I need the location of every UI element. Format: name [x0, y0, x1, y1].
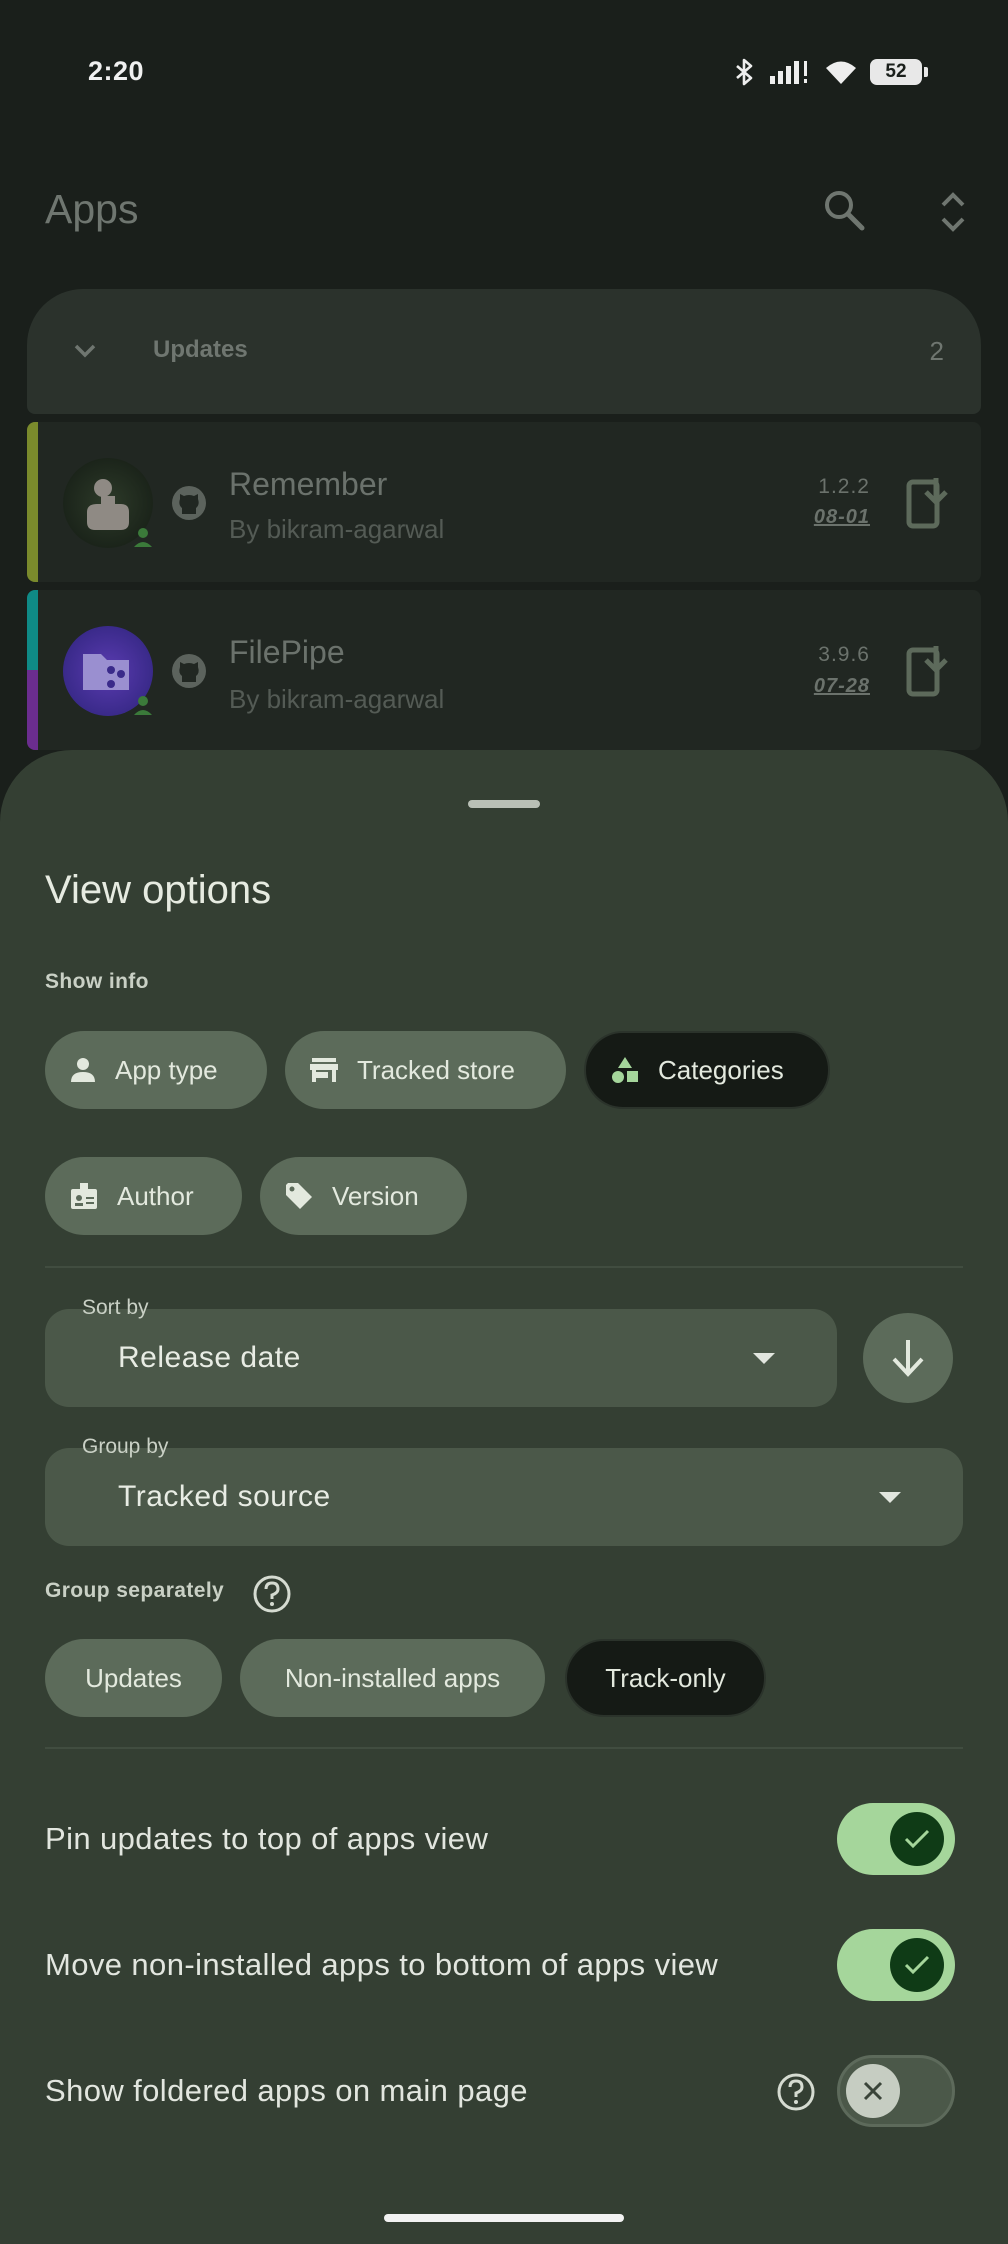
toggle-label-foldered-apps: Show foldered apps on main page [45, 2073, 528, 2108]
chip-group-track-only[interactable]: Track-only [565, 1639, 766, 1717]
group-by-value: Tracked source [118, 1480, 331, 1513]
expand-collapse-icon[interactable] [938, 190, 968, 234]
app-author: By bikram-agarwal [229, 514, 445, 544]
close-icon [863, 2081, 883, 2101]
help-icon[interactable] [252, 1574, 292, 1614]
app-author: By bikram-agarwal [229, 684, 445, 714]
dropdown-arrow-icon [753, 1353, 775, 1364]
signal-icon [770, 61, 807, 84]
arrow-down-icon [892, 1340, 924, 1377]
switch-foldered-apps[interactable] [837, 2055, 955, 2127]
tag-icon [286, 1183, 312, 1209]
dropdown-arrow-icon [879, 1492, 901, 1503]
switch-non-installed-bottom[interactable] [837, 1929, 955, 2001]
app-release-date: 08-01 [813, 506, 870, 528]
group-separately-label: Group separately [45, 1579, 225, 1602]
chip-label: Tracked store [357, 1054, 515, 1085]
wifi-icon [826, 61, 856, 84]
check-icon [904, 1829, 930, 1849]
status-icons: 52 [734, 58, 928, 86]
check-icon [904, 1955, 930, 1975]
switch-knob [846, 2064, 900, 2118]
category-color-bar-bottom [27, 670, 38, 750]
help-icon[interactable] [776, 2072, 816, 2112]
sort-direction-button[interactable] [863, 1313, 953, 1403]
category-shapes-icon [612, 1057, 638, 1083]
app-name: FilePipe [229, 634, 345, 670]
chip-author[interactable]: Author [45, 1157, 242, 1235]
person-icon [71, 1058, 95, 1082]
chip-label: Author [117, 1180, 194, 1211]
bluetooth-icon [736, 58, 753, 86]
page-title: Apps [45, 186, 139, 232]
sort-by-label: Sort by [82, 1296, 149, 1319]
toggle-label-non-installed-bottom: Move non-installed apps to bottom of app… [45, 1947, 719, 1982]
chip-label: Updates [85, 1662, 182, 1693]
switch-knob [890, 1812, 944, 1866]
chip-version[interactable]: Version [260, 1157, 467, 1235]
app-release-date: 07-28 [813, 675, 870, 697]
sort-by-value: Release date [118, 1341, 301, 1374]
battery-indicator: 52 [870, 59, 928, 85]
github-icon [172, 486, 206, 520]
store-icon [310, 1058, 338, 1082]
badge-icon [71, 1183, 97, 1209]
switch-pin-updates[interactable] [837, 1803, 955, 1875]
category-color-bar-top [27, 590, 38, 670]
app-version: 1.2.2 [818, 475, 870, 498]
chip-label: App type [115, 1054, 218, 1085]
switch-knob [890, 1938, 944, 1992]
chip-group-updates[interactable]: Updates [45, 1639, 222, 1717]
install-update-icon[interactable] [906, 644, 950, 698]
chip-tracked-store[interactable]: Tracked store [285, 1031, 566, 1109]
group-by-label: Group by [82, 1435, 169, 1458]
chip-categories[interactable]: Categories [584, 1031, 830, 1109]
battery-level: 52 [885, 61, 907, 82]
chip-app-type[interactable]: App type [45, 1031, 267, 1109]
updates-section-label: Updates [153, 336, 248, 363]
install-update-icon[interactable] [906, 476, 950, 530]
sheet-title: View options [45, 868, 272, 912]
app-version: 3.9.6 [818, 643, 870, 666]
sheet-drag-handle[interactable] [468, 800, 540, 808]
toggle-label-pin-updates: Pin updates to top of apps view [45, 1821, 489, 1856]
chevron-down-icon [74, 344, 96, 358]
show-info-label: Show info [45, 970, 149, 993]
chip-group-non-installed[interactable]: Non-installed apps [240, 1639, 545, 1717]
chip-label: Categories [658, 1054, 784, 1085]
status-time: 2:20 [88, 56, 145, 86]
gesture-nav-bar[interactable] [384, 2214, 624, 2222]
updates-count: 2 [929, 336, 944, 366]
person-badge-icon [134, 696, 152, 715]
chip-label: Version [332, 1180, 419, 1211]
app-name: Remember [229, 466, 388, 502]
search-icon[interactable] [822, 188, 866, 232]
chip-label: Non-installed apps [284, 1662, 501, 1693]
person-badge-icon [134, 528, 152, 547]
divider [45, 1266, 963, 1268]
github-icon [172, 654, 206, 688]
divider [45, 1747, 963, 1749]
chip-label: Track-only [605, 1662, 726, 1693]
category-color-bar [27, 422, 38, 582]
